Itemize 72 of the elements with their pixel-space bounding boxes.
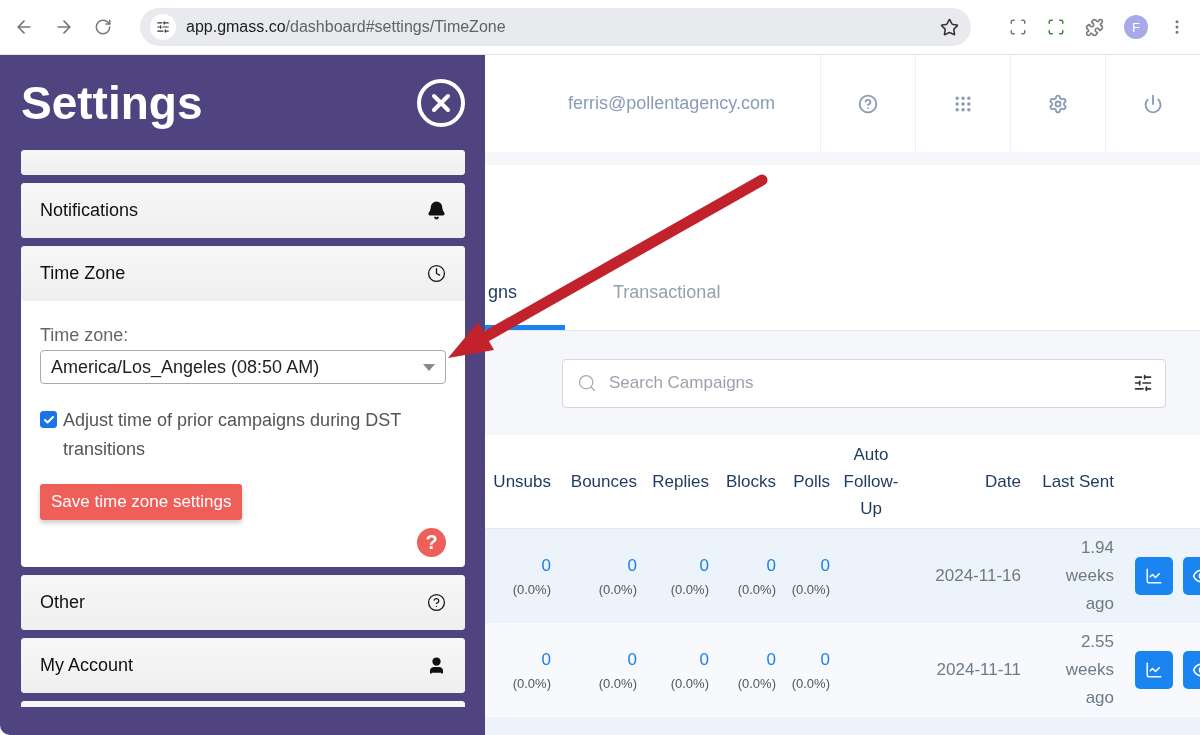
clock-icon: [427, 264, 446, 283]
count-percent: (0.0%): [512, 675, 551, 691]
count-percent: (0.0%): [791, 581, 830, 597]
count-percent: (0.0%): [737, 675, 776, 691]
user-email: ferris@pollentagency.com: [567, 92, 777, 115]
count-value[interactable]: 0: [699, 649, 709, 670]
column-header: Auto Follow-Up: [842, 444, 900, 520]
field-label: Time zone:: [40, 325, 130, 346]
column-header: Polls: [792, 471, 831, 493]
column-header: Last Sent: [1041, 471, 1115, 493]
last-sent-cell-text: 2.55 weeks ago: [1064, 631, 1114, 709]
count-percent: (0.0%): [598, 675, 637, 691]
count-percent: (0.0%): [791, 675, 830, 691]
site-settings-icon[interactable]: [150, 14, 176, 40]
count-percent: (0.0%): [670, 581, 709, 597]
date-cell-text: 2024-11-16: [934, 566, 1022, 586]
last-sent-cell-text: 1.94 weeks ago: [1064, 537, 1114, 615]
help-icon[interactable]: [858, 93, 878, 114]
chart-icon: [1145, 661, 1163, 679]
count-percent: (0.0%): [512, 581, 551, 597]
tab[interactable]: gns: [485, 274, 565, 330]
address-bar[interactable]: app.gmass.co/dashboard#settings/TimeZone: [140, 8, 971, 46]
count-percent: (0.0%): [670, 675, 709, 691]
tab[interactable]: Transactional: [613, 274, 721, 330]
user-icon: [427, 656, 446, 675]
search-field[interactable]: Search Campaigns: [607, 372, 1123, 394]
settings-section-header[interactable]: My Account: [21, 638, 465, 693]
count-value[interactable]: 0: [541, 555, 551, 576]
column-header: Replies: [651, 471, 710, 493]
dst-checkbox[interactable]: [40, 411, 57, 428]
column-header: Bounces: [569, 471, 638, 493]
profile-avatar[interactable]: F: [1124, 15, 1148, 39]
column-header: Date: [984, 471, 1022, 493]
search-icon: [577, 373, 597, 393]
screen-icon[interactable]: [1047, 18, 1065, 36]
power-icon[interactable]: [1143, 93, 1163, 114]
date-cell-text: 2024-11-11: [935, 660, 1022, 680]
settings-section-header[interactable]: Notifications: [21, 183, 465, 238]
checkbox-label: Adjust time of prior campaigns during DST transitions: [63, 409, 402, 461]
help-icon: [427, 593, 446, 612]
count-value[interactable]: 0: [541, 649, 551, 670]
count-value[interactable]: 0: [766, 555, 776, 576]
column-header: Blocks: [724, 471, 777, 493]
settings-section-header[interactable]: Time Zone: [21, 246, 465, 301]
count-percent: (0.0%): [737, 581, 776, 597]
settings-section-header[interactable]: Other: [21, 575, 465, 630]
help-button[interactable]: ?: [417, 528, 446, 557]
count-value[interactable]: 0: [627, 649, 637, 670]
chart-icon: [1145, 567, 1163, 585]
close-icon: [430, 91, 452, 114]
count-value[interactable]: 0: [820, 555, 830, 576]
settings-icon[interactable]: [1048, 93, 1068, 114]
count-value[interactable]: 0: [699, 555, 709, 576]
column-header: Unsubs: [492, 471, 552, 493]
close-button[interactable]: [417, 78, 465, 127]
reload-icon[interactable]: [94, 18, 112, 36]
chart-button[interactable]: [1135, 557, 1173, 595]
count-percent: (0.0%): [598, 581, 637, 597]
search-bar[interactable]: Search Campaigns: [562, 358, 1166, 408]
save-button[interactable]: Save time zone settings: [40, 484, 243, 520]
url-text: app.gmass.co/dashboard#settings/TimeZone: [186, 18, 507, 36]
count-value[interactable]: 0: [766, 649, 776, 670]
star-icon[interactable]: [940, 17, 959, 37]
count-value[interactable]: 0: [820, 649, 830, 670]
settings-title: Settings: [21, 75, 203, 130]
puzzle-icon[interactable]: [1085, 17, 1104, 37]
bell-icon: [427, 201, 446, 220]
count-value[interactable]: 0: [627, 555, 637, 576]
filter-icon[interactable]: [1133, 373, 1153, 393]
chart-button[interactable]: [1135, 651, 1173, 689]
time-zone-select[interactable]: America/Los_Angeles (08:50 AM): [40, 350, 446, 384]
check-icon: [42, 413, 55, 426]
